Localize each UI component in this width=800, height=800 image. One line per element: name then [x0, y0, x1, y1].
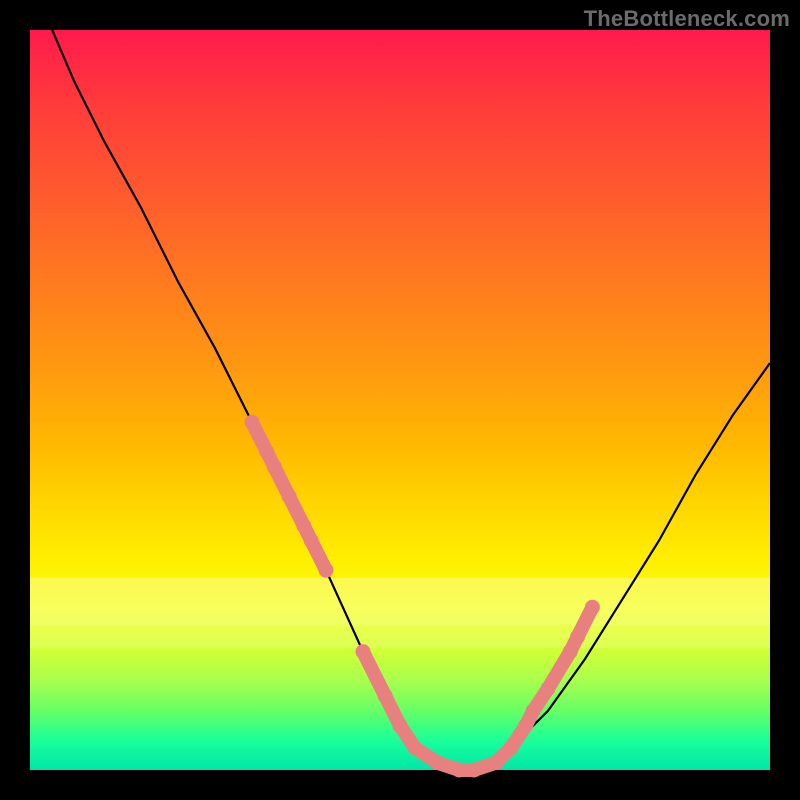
plot-area	[30, 30, 770, 770]
chart-frame: TheBottleneck.com	[0, 0, 800, 800]
watermark-text: TheBottleneck.com	[584, 6, 790, 32]
chart-svg	[30, 30, 770, 770]
marker-dot	[585, 600, 599, 614]
marker-dot	[319, 563, 333, 577]
main-curve	[52, 30, 770, 770]
marker-layer	[245, 415, 599, 777]
